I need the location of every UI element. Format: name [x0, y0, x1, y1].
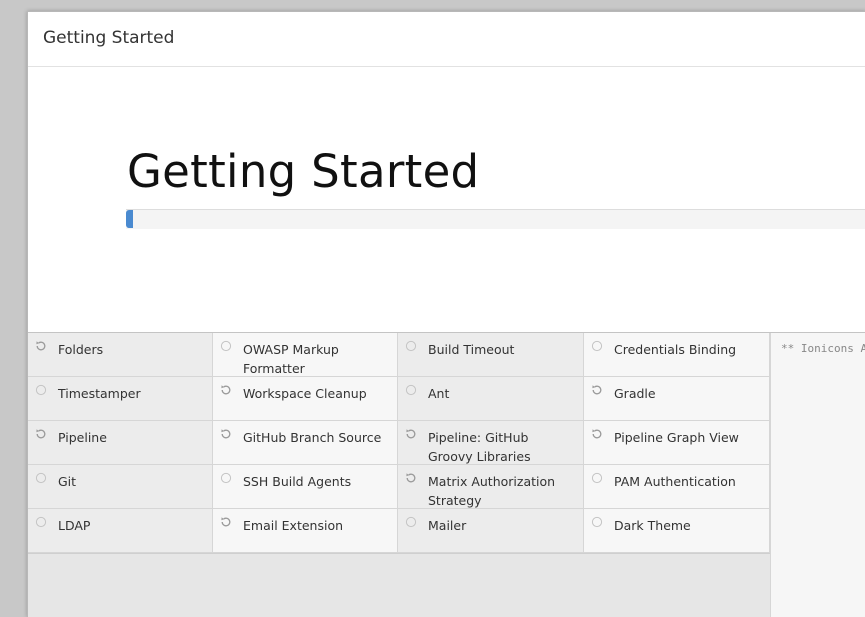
plugin-item: Pipeline: GitHub Groovy Libraries: [398, 421, 584, 465]
plugin-item: Workspace Cleanup: [213, 377, 398, 421]
pending-circle-icon: [220, 340, 232, 352]
plugin-label: Ant: [428, 386, 450, 401]
pending-circle-icon: [405, 516, 417, 528]
plugin-label: Matrix Authorization Strategy: [428, 474, 556, 508]
page-title: Getting Started: [127, 145, 480, 198]
setup-wizard-dialog: Getting Started Getting Started Folders O…: [27, 11, 865, 617]
plugin-item: Dark Theme: [584, 509, 770, 553]
install-progress-fill: [126, 210, 134, 228]
plugin-label: Pipeline: GitHub Groovy Libraries: [428, 430, 531, 464]
pending-circle-icon: [220, 472, 232, 484]
plugin-item: PAM Authentication: [584, 465, 770, 509]
plugin-label: Workspace Cleanup: [243, 386, 367, 401]
plugin-item: Timestamper: [28, 377, 213, 421]
plugin-label: Pipeline: [58, 430, 107, 445]
refresh-icon: [592, 385, 602, 395]
plugin-item: OWASP Markup Formatter: [213, 333, 398, 377]
plugin-item: Pipeline: [28, 421, 213, 465]
pending-circle-icon: [35, 472, 47, 484]
refresh-icon: [406, 473, 416, 483]
plugin-item: Mailer: [398, 509, 584, 553]
plugin-label: Credentials Binding: [614, 342, 737, 357]
pending-circle-icon: [591, 516, 603, 528]
refresh-icon: [592, 429, 602, 439]
plugin-item: LDAP: [28, 509, 213, 553]
pending-circle-icon: [591, 340, 603, 352]
plugin-item: SSH Build Agents: [213, 465, 398, 509]
plugin-label: PAM Authentication: [614, 474, 736, 489]
pending-circle-icon: [405, 340, 417, 352]
plugin-label: Timestamper: [58, 386, 141, 401]
install-log-panel[interactable]: ** Ionicons AP: [770, 333, 865, 617]
pending-circle-icon: [405, 384, 417, 396]
plugin-label: Build Timeout: [428, 342, 515, 357]
refresh-icon: [36, 429, 46, 439]
plugin-label: Mailer: [428, 518, 467, 533]
plugin-label: OWASP Markup Formatter: [243, 342, 339, 376]
refresh-icon: [36, 341, 46, 351]
plugin-label: Git: [58, 474, 77, 489]
plugin-install-grid: Folders OWASP Markup Formatter Build Timeo…: [28, 333, 770, 554]
refresh-icon: [221, 429, 231, 439]
pending-circle-icon: [35, 516, 47, 528]
plugin-item: Matrix Authorization Strategy: [398, 465, 584, 509]
refresh-icon: [406, 429, 416, 439]
plugin-label: Gradle: [614, 386, 656, 401]
refresh-icon: [221, 517, 231, 527]
install-progress-bar: [126, 209, 865, 229]
plugin-item: Gradle: [584, 377, 770, 421]
install-log-text: ** Ionicons AP: [781, 342, 865, 355]
plugin-item: GitHub Branch Source: [213, 421, 398, 465]
plugin-label: Pipeline Graph View: [614, 430, 739, 445]
plugin-item: Folders: [28, 333, 213, 377]
plugin-item: Git: [28, 465, 213, 509]
dialog-title: Getting Started: [43, 28, 175, 48]
plugin-item: Credentials Binding: [584, 333, 770, 377]
hero-section: Getting Started: [28, 67, 865, 333]
plugin-label: Dark Theme: [614, 518, 691, 533]
plugin-item: Pipeline Graph View: [584, 421, 770, 465]
pending-circle-icon: [591, 472, 603, 484]
plugin-label: SSH Build Agents: [243, 474, 352, 489]
refresh-icon: [221, 385, 231, 395]
plugin-item: Build Timeout: [398, 333, 584, 377]
plugin-item: Email Extension: [213, 509, 398, 553]
plugin-label: Folders: [58, 342, 104, 357]
plugin-label: LDAP: [58, 518, 91, 533]
pending-circle-icon: [35, 384, 47, 396]
dialog-header: Getting Started: [28, 12, 865, 67]
plugin-label: GitHub Branch Source: [243, 430, 382, 445]
plugin-label: Email Extension: [243, 518, 344, 533]
plugin-item: Ant: [398, 377, 584, 421]
